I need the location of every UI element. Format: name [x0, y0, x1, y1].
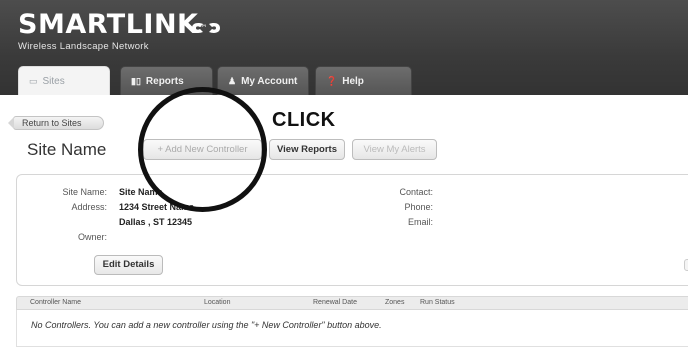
- column-run-status[interactable]: Run Status: [420, 299, 455, 306]
- view-my-alerts-button[interactable]: View My Alerts: [352, 139, 437, 160]
- edit-details-label: Edit Details: [102, 259, 155, 270]
- column-zones[interactable]: Zones: [385, 299, 404, 306]
- controllers-table-header: Controller Name Location Renewal Date Zo…: [16, 296, 688, 310]
- tab-reports[interactable]: ▮▯ Reports: [120, 66, 213, 95]
- tab-label: My Account: [241, 76, 298, 87]
- panel-side-handle[interactable]: [684, 259, 688, 271]
- address-label: Address:: [71, 202, 107, 212]
- brand-name: SMARTLINK: [18, 9, 199, 40]
- click-annotation: CLICK: [272, 109, 336, 131]
- empty-controllers-message: No Controllers. You can add a new contro…: [31, 320, 382, 330]
- tab-help[interactable]: ❓ Help: [315, 66, 412, 95]
- edit-details-button[interactable]: Edit Details: [94, 255, 163, 275]
- view-reports-button[interactable]: View Reports: [269, 139, 345, 160]
- app-window: SMARTLINK™ Wireless Landscape Network ▭ S…: [0, 0, 688, 347]
- phone-label: Phone:: [404, 202, 433, 212]
- app-header: SMARTLINK™ Wireless Landscape Network ▭ S…: [0, 0, 688, 95]
- site-name-label: Site Name:: [62, 187, 107, 197]
- address-line-2: Dallas , ST 12345: [119, 217, 193, 227]
- column-location[interactable]: Location: [204, 299, 230, 306]
- email-label: Email:: [407, 217, 433, 227]
- column-renewal-date[interactable]: Renewal Date: [313, 299, 357, 306]
- view-my-alerts-label: View My Alerts: [363, 144, 426, 155]
- site-details-panel: Site Name: Site Name Address: 1234 Stree…: [16, 174, 688, 286]
- owner-label: Owner:: [77, 232, 107, 242]
- add-new-controller-label: + Add New Controller: [157, 144, 248, 155]
- brand-tagline: Wireless Landscape Network: [18, 41, 149, 52]
- reports-icon: ▮▯: [131, 76, 141, 86]
- help-icon: ❓: [326, 76, 338, 86]
- site-name-value: Site Name: [119, 187, 163, 197]
- sites-icon: ▭: [29, 76, 38, 86]
- user-icon: ♟: [228, 76, 237, 86]
- add-new-controller-button[interactable]: + Add New Controller: [143, 139, 262, 160]
- return-to-sites-label: Return to Sites: [22, 118, 82, 128]
- column-controller-name[interactable]: Controller Name: [30, 299, 81, 306]
- address-line-1: 1234 Street Name: [119, 202, 195, 212]
- tab-my-account[interactable]: ♟ My Account: [217, 66, 309, 95]
- page-title: Site Name: [27, 140, 107, 159]
- tab-label: Reports: [145, 76, 184, 87]
- contact-label: Contact:: [399, 187, 433, 197]
- tab-sites[interactable]: ▭ Sites: [18, 66, 110, 95]
- view-reports-label: View Reports: [276, 144, 337, 155]
- smartlink-logo-icon: [192, 23, 220, 33]
- tab-label: Sites: [42, 76, 65, 87]
- brand-logo: SMARTLINK™: [18, 10, 208, 40]
- controllers-empty-row: No Controllers. You can add a new contro…: [16, 310, 688, 347]
- return-to-sites-button[interactable]: Return to Sites: [8, 116, 104, 130]
- tab-label: Help: [342, 76, 364, 87]
